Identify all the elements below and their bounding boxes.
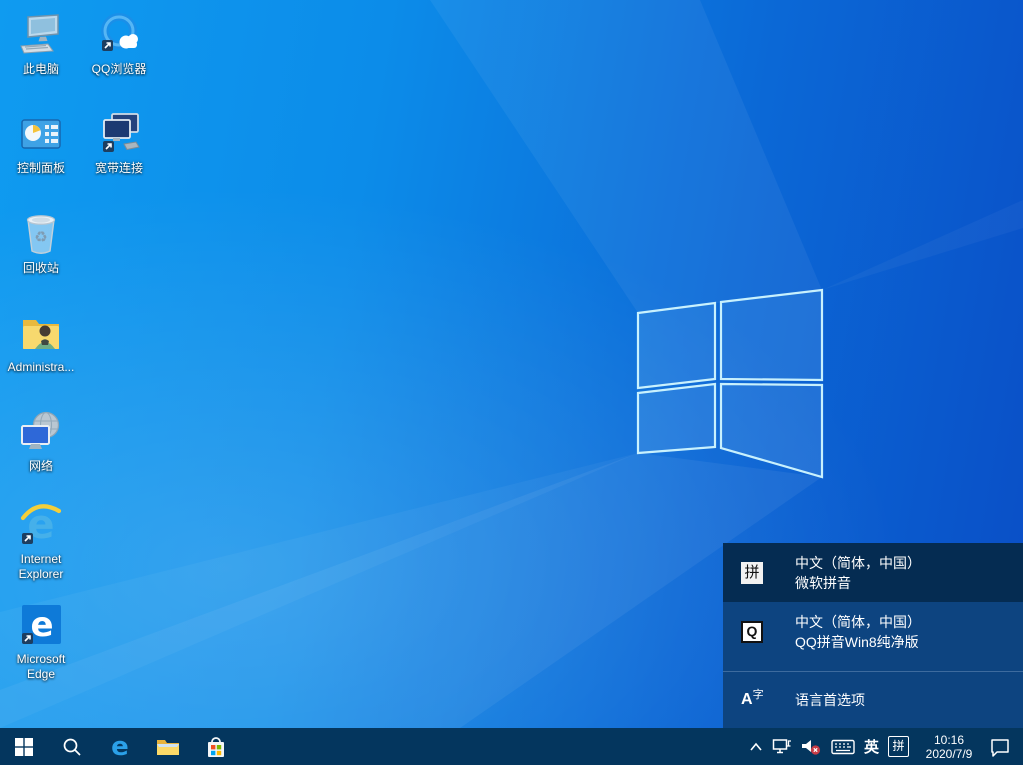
- tray-date: 2020/7/9: [918, 747, 980, 761]
- network-icon: [4, 409, 78, 455]
- file-explorer-icon: [156, 737, 180, 757]
- shortcut-arrow-overlay: [22, 633, 33, 644]
- action-center-icon: [989, 737, 1011, 757]
- desktop-icon-recycle-bin[interactable]: ♻ 回收站: [4, 211, 78, 276]
- desktop-icon-label: 控制面板: [4, 161, 78, 176]
- desktop-icon-microsoft-edge[interactable]: e Microsoft Edge: [4, 602, 78, 682]
- desktop-icon-label: Microsoft Edge: [4, 652, 78, 682]
- show-hidden-icons-button[interactable]: [749, 742, 763, 752]
- ime-item-microsoft-pinyin[interactable]: 拼 中文（简体，中国） 微软拼音: [723, 543, 1023, 602]
- desktop-icon-label: Internet Explorer: [4, 552, 78, 582]
- volume-tray-button[interactable]: [801, 738, 822, 756]
- microsoft-pinyin-icon: 拼: [741, 562, 763, 584]
- ime-name-line: QQ拼音Win8纯净版: [795, 632, 921, 652]
- desktop-icon-administrator-folder[interactable]: Administra...: [4, 310, 78, 375]
- desktop-icon-label: 回收站: [4, 261, 78, 276]
- desktop-icon-this-pc[interactable]: 此电脑: [4, 12, 78, 77]
- clock[interactable]: 10:16 2020/7/9: [918, 733, 980, 761]
- desktop-icon-qq-browser[interactable]: QQ浏览器: [82, 12, 156, 77]
- language-preferences-label: 语言首选项: [795, 690, 865, 710]
- search-icon: [62, 737, 82, 757]
- microsoft-edge-icon: e: [4, 602, 78, 648]
- ime-language-line: 中文（简体，中国）: [795, 553, 921, 573]
- this-pc-icon: [4, 12, 78, 58]
- desktop-icon-control-panel[interactable]: 控制面板: [4, 111, 78, 176]
- control-panel-icon: [4, 111, 78, 157]
- broadband-connection-icon: [82, 111, 156, 157]
- volume-muted-icon: [801, 738, 822, 756]
- chevron-up-icon: [749, 742, 763, 752]
- taskbar-edge-button[interactable]: e: [96, 728, 144, 765]
- desktop-icon-internet-explorer[interactable]: e Internet Explorer: [4, 502, 78, 582]
- svg-text:♻: ♻: [34, 229, 47, 246]
- shortcut-arrow-overlay: [102, 40, 113, 51]
- taskbar-store-button[interactable]: [192, 728, 240, 765]
- ime-tray-button[interactable]: 拼: [888, 736, 909, 757]
- shortcut-arrow-overlay: [22, 533, 33, 544]
- ime-language-flyout: 拼 中文（简体，中国） 微软拼音 Q 中文（简体，中国） QQ拼音Win8纯净版…: [723, 543, 1023, 728]
- search-button[interactable]: [48, 728, 96, 765]
- internet-explorer-icon: e: [4, 502, 78, 548]
- touch-keyboard-icon: [831, 739, 855, 755]
- desktop-icon-label: Administra...: [4, 360, 78, 375]
- svg-text:e: e: [111, 734, 129, 760]
- taskbar: e: [0, 728, 1023, 765]
- ime-mode-indicator[interactable]: 英: [864, 736, 879, 757]
- shortcut-arrow-overlay: [103, 141, 114, 152]
- recycle-bin-icon: ♻: [4, 211, 78, 257]
- ethernet-network-icon: [772, 738, 792, 755]
- qq-pinyin-icon: Q: [741, 621, 763, 643]
- desktop-icon-label: 此电脑: [4, 62, 78, 77]
- desktop-icon-label: 网络: [4, 459, 78, 474]
- edge-icon: e: [108, 734, 132, 760]
- ime-item-qq-pinyin[interactable]: Q 中文（简体，中国） QQ拼音Win8纯净版: [723, 602, 1023, 661]
- network-tray-button[interactable]: [772, 738, 792, 755]
- action-center-button[interactable]: [989, 737, 1011, 757]
- taskbar-file-explorer-button[interactable]: [144, 728, 192, 765]
- ime-language-line: 中文（简体，中国）: [795, 612, 921, 632]
- svg-text:e: e: [30, 605, 53, 645]
- ime-name-line: 微软拼音: [795, 573, 921, 593]
- tray-time: 10:16: [918, 733, 980, 747]
- windows-logo-icon: [15, 738, 33, 756]
- qq-browser-icon: [82, 12, 156, 58]
- touch-keyboard-button[interactable]: [831, 739, 855, 755]
- desktop-icon-broadband[interactable]: 宽带连接: [82, 111, 156, 176]
- language-preferences-item[interactable]: A字 语言首选项: [723, 672, 1023, 728]
- desktop-icon-label: QQ浏览器: [82, 62, 156, 77]
- desktop-icon-label: 宽带连接: [82, 161, 156, 176]
- microsoft-store-icon: [205, 735, 227, 759]
- user-folder-icon: [4, 310, 78, 356]
- desktop-icon-network[interactable]: 网络: [4, 409, 78, 474]
- pinyin-ime-icon: 拼: [888, 736, 909, 757]
- language-preferences-icon: A字: [741, 691, 767, 709]
- start-button[interactable]: [0, 728, 48, 765]
